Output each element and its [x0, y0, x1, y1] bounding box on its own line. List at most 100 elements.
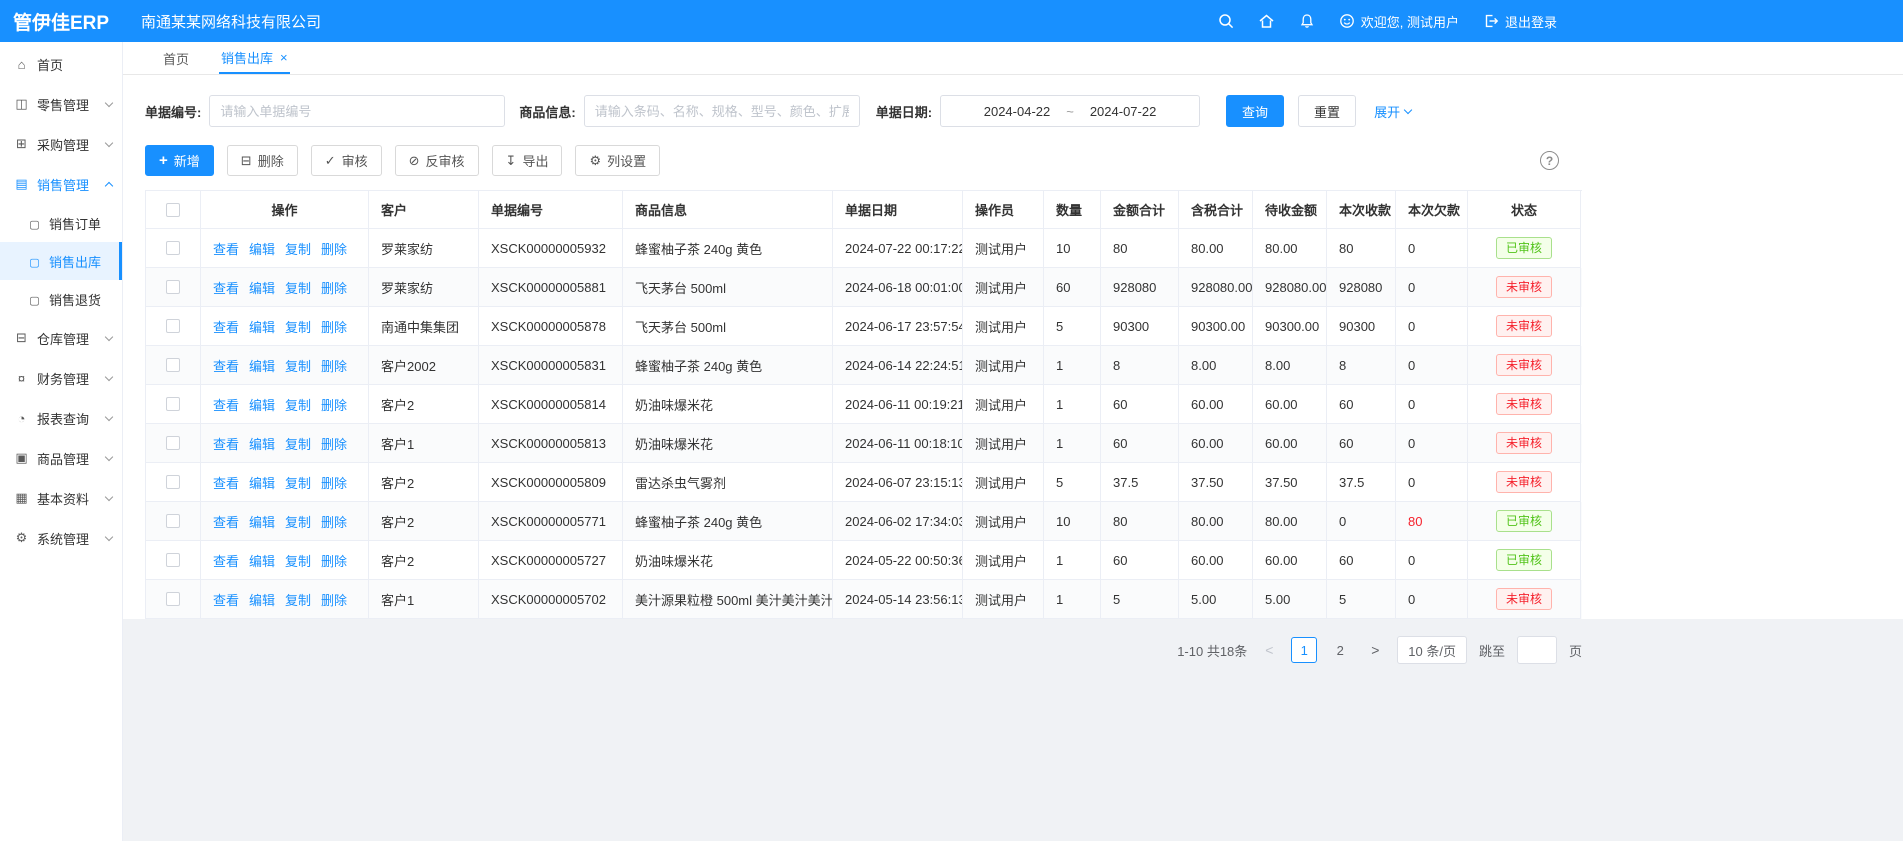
search-icon[interactable]	[1218, 13, 1234, 29]
sidebar-item-system[interactable]: 系统管理	[0, 518, 122, 558]
row-checkbox[interactable]	[166, 514, 180, 528]
button-label: 列设置	[607, 151, 646, 170]
sidebar-item-report[interactable]: 报表查询	[0, 398, 122, 438]
page-size-select[interactable]: 10 条/页	[1397, 636, 1467, 664]
row-checkbox[interactable]	[166, 592, 180, 606]
edit-link[interactable]: 编辑	[249, 239, 275, 258]
copy-link[interactable]: 复制	[285, 590, 311, 609]
expand-filters-link[interactable]: 展开	[1374, 102, 1411, 121]
copy-link[interactable]: 复制	[285, 473, 311, 492]
search-button[interactable]: 查询	[1226, 95, 1284, 127]
add-button[interactable]: 新增	[145, 145, 214, 176]
edit-link[interactable]: 编辑	[249, 590, 275, 609]
export-button[interactable]: 导出	[492, 145, 563, 176]
reset-button[interactable]: 重置	[1298, 95, 1356, 127]
home-icon[interactable]	[1258, 13, 1275, 29]
bill-no-input[interactable]	[209, 95, 505, 127]
view-link[interactable]: 查看	[213, 356, 239, 375]
delete-link[interactable]: 删除	[321, 512, 347, 531]
edit-link[interactable]: 编辑	[249, 395, 275, 414]
view-link[interactable]: 查看	[213, 473, 239, 492]
delete-link[interactable]: 删除	[321, 434, 347, 453]
date-end[interactable]: 2024-07-22	[1090, 104, 1157, 119]
help-icon[interactable]: ?	[1540, 151, 1559, 170]
copy-link[interactable]: 复制	[285, 395, 311, 414]
audit-button[interactable]: 审核	[311, 145, 382, 176]
tab-home[interactable]: 首页	[161, 42, 191, 74]
view-link[interactable]: 查看	[213, 278, 239, 297]
delete-link[interactable]: 删除	[321, 473, 347, 492]
tab-close-icon[interactable]: ×	[280, 50, 288, 65]
button-label: 导出	[522, 151, 548, 170]
sidebar-item-basic-data[interactable]: 基本资料	[0, 478, 122, 518]
sidebar-item-finance[interactable]: 财务管理	[0, 358, 122, 398]
prev-page-button[interactable]: <	[1259, 642, 1279, 658]
delete-link[interactable]: 删除	[321, 551, 347, 570]
copy-link[interactable]: 复制	[285, 434, 311, 453]
row-checkbox[interactable]	[166, 280, 180, 294]
row-checkbox[interactable]	[166, 241, 180, 255]
view-link[interactable]: 查看	[213, 512, 239, 531]
sidebar-item-product[interactable]: 商品管理	[0, 438, 122, 478]
date-range-picker[interactable]: 2024-04-22 ~ 2024-07-22	[940, 95, 1200, 127]
user-menu[interactable]: 欢迎您, 测试用户	[1339, 12, 1459, 31]
view-link[interactable]: 查看	[213, 551, 239, 570]
row-checkbox[interactable]	[166, 475, 180, 489]
row-checkbox[interactable]	[166, 358, 180, 372]
cell-received: 60	[1327, 385, 1396, 424]
sidebar-item-sales-order[interactable]: 销售订单	[0, 204, 122, 242]
delete-link[interactable]: 删除	[321, 278, 347, 297]
row-checkbox[interactable]	[166, 319, 180, 333]
delete-link[interactable]: 删除	[321, 317, 347, 336]
bell-icon[interactable]	[1299, 13, 1315, 29]
unaudit-button[interactable]: 反审核	[395, 145, 479, 176]
column-settings-button[interactable]: 列设置	[575, 145, 660, 176]
delete-link[interactable]: 删除	[321, 395, 347, 414]
product-info-input[interactable]	[584, 95, 860, 127]
copy-link[interactable]: 复制	[285, 551, 311, 570]
cell-operator: 测试用户	[963, 541, 1044, 580]
sidebar-item-retail[interactable]: 零售管理	[0, 84, 122, 124]
select-all-checkbox[interactable]	[166, 203, 180, 217]
copy-link[interactable]: 复制	[285, 239, 311, 258]
sidebar-item-sales-outbound[interactable]: 销售出库	[0, 242, 122, 280]
row-checkbox[interactable]	[166, 397, 180, 411]
date-start[interactable]: 2024-04-22	[984, 104, 1051, 119]
row-checkbox[interactable]	[166, 553, 180, 567]
edit-link[interactable]: 编辑	[249, 317, 275, 336]
edit-link[interactable]: 编辑	[249, 512, 275, 531]
view-link[interactable]: 查看	[213, 590, 239, 609]
sidebar-item-purchase[interactable]: 采购管理	[0, 124, 122, 164]
delete-link[interactable]: 删除	[321, 239, 347, 258]
edit-link[interactable]: 编辑	[249, 473, 275, 492]
view-link[interactable]: 查看	[213, 239, 239, 258]
tab-sales-outbound[interactable]: 销售出库 ×	[219, 42, 290, 74]
next-page-button[interactable]: >	[1365, 642, 1385, 658]
sidebar-item-warehouse[interactable]: 仓库管理	[0, 318, 122, 358]
delete-link[interactable]: 删除	[321, 356, 347, 375]
view-link[interactable]: 查看	[213, 395, 239, 414]
copy-link[interactable]: 复制	[285, 356, 311, 375]
edit-link[interactable]: 编辑	[249, 551, 275, 570]
row-checkbox[interactable]	[166, 436, 180, 450]
sidebar-item-sales[interactable]: 销售管理	[0, 164, 122, 204]
edit-link[interactable]: 编辑	[249, 434, 275, 453]
copy-link[interactable]: 复制	[285, 512, 311, 531]
cell-date: 2024-06-11 00:18:10	[833, 424, 963, 463]
view-link[interactable]: 查看	[213, 434, 239, 453]
delete-link[interactable]: 删除	[321, 590, 347, 609]
data-table: 操作客户单据编号商品信息单据日期操作员数量金额合计含税合计待收金额本次收款本次欠…	[145, 190, 1582, 619]
delete-button[interactable]: 删除	[227, 145, 298, 176]
copy-link[interactable]: 复制	[285, 317, 311, 336]
page-number-button[interactable]: 2	[1327, 637, 1353, 663]
page-jump-input[interactable]	[1517, 636, 1557, 664]
logout-button[interactable]: 退出登录	[1483, 12, 1557, 31]
copy-link[interactable]: 复制	[285, 278, 311, 297]
sidebar-item-home[interactable]: 首页	[0, 44, 122, 84]
view-link[interactable]: 查看	[213, 317, 239, 336]
footer-area: 1-10 共18条 < 12 > 10 条/页 跳至 页	[123, 619, 1903, 841]
page-number-button[interactable]: 1	[1291, 637, 1317, 663]
sidebar-item-sales-return[interactable]: 销售退货	[0, 280, 122, 318]
edit-link[interactable]: 编辑	[249, 356, 275, 375]
edit-link[interactable]: 编辑	[249, 278, 275, 297]
